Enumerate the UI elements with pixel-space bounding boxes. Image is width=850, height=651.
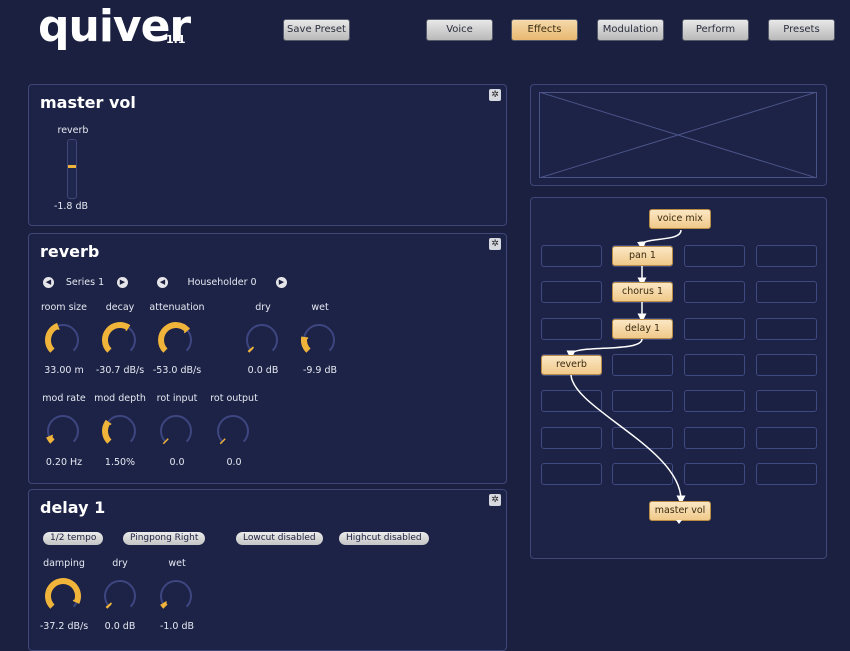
output-arrow-icon xyxy=(676,520,682,524)
tab-presets[interactable]: Presets xyxy=(768,19,835,41)
tab-modulation[interactable]: Modulation xyxy=(597,19,664,41)
attenuation-knob[interactable] xyxy=(156,320,196,360)
delay-dry-knob[interactable] xyxy=(100,576,140,616)
delay-wet-knob[interactable] xyxy=(156,576,196,616)
app-version: 1.1 xyxy=(166,33,186,46)
routing-panel: voice mix pan 1 chorus 1 delay 1 reverb … xyxy=(530,197,827,559)
node-voice-mix[interactable]: voice mix xyxy=(649,209,711,229)
tempo-option-button[interactable]: 1/2 tempo xyxy=(43,532,104,545)
tab-perform[interactable]: Perform xyxy=(682,19,749,41)
room-size-knob[interactable] xyxy=(43,320,83,360)
decay-knob[interactable] xyxy=(100,320,140,360)
rot-output-knob[interactable] xyxy=(213,411,253,451)
knob-label: attenuation xyxy=(149,302,205,313)
highcut-option-button[interactable]: Highcut disabled xyxy=(339,532,429,545)
save-preset-button[interactable]: Save Preset xyxy=(283,19,350,41)
favorite-icon[interactable]: ✲ xyxy=(489,89,501,101)
reverb-panel: reverb ✲ ◀ Series 1 ▶ ◀ Householder 0 ▶ … xyxy=(28,233,507,484)
next-arrow-icon[interactable]: ▶ xyxy=(117,277,128,288)
fader-value: -1.8 dB xyxy=(53,201,89,212)
fader-thumb[interactable] xyxy=(68,165,76,168)
rot-input-knob[interactable] xyxy=(156,411,196,451)
node-master-vol[interactable]: master vol xyxy=(649,501,711,521)
knob-value-arc xyxy=(102,322,130,353)
node-reverb[interactable]: reverb xyxy=(541,355,602,375)
panel-title: reverb xyxy=(40,242,100,261)
reverb-fader[interactable] xyxy=(67,139,77,199)
node-delay[interactable]: delay 1 xyxy=(612,319,673,339)
effect-preview-panel xyxy=(530,84,827,186)
knob-value-arc xyxy=(102,420,112,444)
tab-effects[interactable]: Effects xyxy=(511,19,578,41)
fader-label: reverb xyxy=(57,125,89,136)
series-selector: Series 1 xyxy=(65,277,105,288)
panel-title: master vol xyxy=(40,93,136,112)
favorite-icon[interactable]: ✲ xyxy=(489,238,501,250)
matrix-selector: Householder 0 xyxy=(187,277,257,288)
knob-label: wet xyxy=(168,558,186,569)
knob-value-arc xyxy=(301,337,311,353)
damping-knob[interactable] xyxy=(43,576,83,616)
knob-value-arc xyxy=(46,435,55,444)
knob-value: -9.9 dB xyxy=(302,365,338,376)
knob-value-arc xyxy=(45,578,81,609)
knob-track xyxy=(217,415,249,443)
node-pan[interactable]: pan 1 xyxy=(612,246,673,266)
knob-track xyxy=(246,324,278,352)
mod-rate-knob[interactable] xyxy=(43,411,83,451)
wet-knob[interactable] xyxy=(299,320,339,360)
dry-knob[interactable] xyxy=(242,320,282,360)
knob-label: rot output xyxy=(210,393,258,404)
prev-arrow-icon[interactable]: ◀ xyxy=(157,277,168,288)
panel-title: delay 1 xyxy=(40,498,106,517)
master-vol-panel: master vol ✲ reverb -1.8 dB xyxy=(28,84,507,226)
delay-panel: delay 1 ✲ 1/2 tempo Pingpong Right Lowcu… xyxy=(28,489,507,651)
favorite-icon[interactable]: ✲ xyxy=(489,494,501,506)
knob-value-arc xyxy=(158,322,190,353)
knob-track xyxy=(160,415,192,443)
knob-value: -53.0 dB/s xyxy=(152,365,202,376)
tab-voice[interactable]: Voice xyxy=(426,19,493,41)
knob-value-arc xyxy=(45,323,59,353)
node-chorus[interactable]: chorus 1 xyxy=(612,282,673,302)
lowcut-option-button[interactable]: Lowcut disabled xyxy=(236,532,323,545)
placeholder-image xyxy=(539,92,817,178)
knob-value: -1.0 dB xyxy=(159,621,195,632)
prev-arrow-icon[interactable]: ◀ xyxy=(43,277,54,288)
next-arrow-icon[interactable]: ▶ xyxy=(276,277,287,288)
knob-value: 0.0 xyxy=(226,457,242,468)
pingpong-option-button[interactable]: Pingpong Right xyxy=(123,532,206,545)
mod-depth-knob[interactable] xyxy=(100,411,140,451)
knob-label: wet xyxy=(311,302,329,313)
knob-track xyxy=(104,580,136,608)
